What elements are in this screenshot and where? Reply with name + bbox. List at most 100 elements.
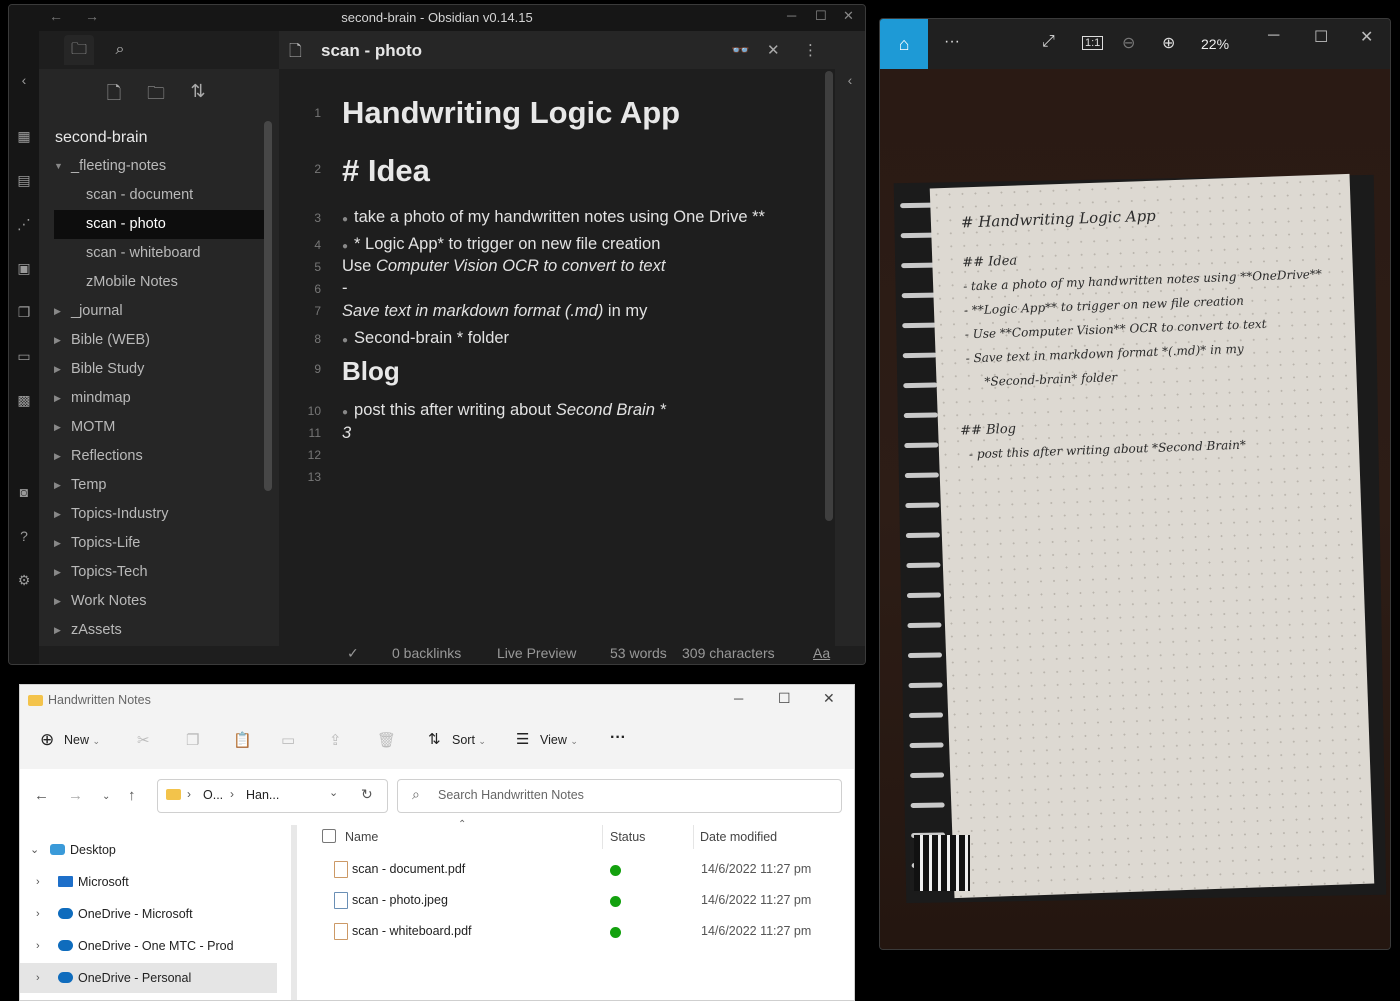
forward-arrow-icon[interactable]: → (68, 787, 83, 804)
pane-splitter[interactable] (291, 825, 297, 1000)
table-icon[interactable]: ▦ (15, 127, 33, 145)
font-toggle[interactable]: Aa (813, 645, 830, 661)
tree-folder[interactable]: ▶ Bible Study (54, 355, 264, 384)
spiral-ring (903, 382, 938, 389)
plugin-icon[interactable]: ▩ (15, 391, 33, 409)
zoom-in-icon[interactable]: ⊕ (1162, 33, 1175, 53)
minimize-icon[interactable]: ─ (734, 691, 743, 706)
nav-item-onedrive[interactable]: › OneDrive - One MTC - Prod (20, 931, 277, 961)
plus-icon[interactable]: ⊕ (40, 730, 54, 750)
zoom-out-icon[interactable]: ⊖ (1122, 33, 1135, 53)
tree-folder[interactable]: ▶ Topics-Industry (54, 500, 264, 529)
nav-item-microsoft[interactable]: › Microsoft (20, 867, 277, 897)
file-row[interactable]: scan - document.pdf 14/6/2022 11:27 pm (310, 855, 850, 885)
tree-folder[interactable]: ▶ MOTM (54, 413, 264, 442)
more-options-icon[interactable]: ⋮ (803, 41, 818, 59)
up-arrow-icon[interactable]: ↑ (128, 787, 136, 804)
sync-check-icon[interactable]: ✓ (347, 645, 359, 662)
close-tab-icon[interactable]: ✕ (767, 41, 780, 59)
tree-folder[interactable]: ▶ zAssets (54, 616, 264, 645)
file-row[interactable]: scan - whiteboard.pdf 14/6/2022 11:27 pm (310, 917, 850, 947)
tree-folder[interactable]: ▶ Topics-Life (54, 529, 264, 558)
word-count: 53 words (610, 645, 667, 661)
close-icon[interactable]: ✕ (823, 690, 835, 707)
vault-icon[interactable]: ◙ (15, 483, 33, 501)
close-icon[interactable]: ✕ (1360, 27, 1373, 47)
tree-file[interactable]: zMobile Notes (54, 268, 264, 297)
file-row[interactable]: scan - photo.jpeg 14/6/2022 11:27 pm (310, 886, 850, 916)
line-number: 7 (314, 304, 321, 318)
sort-button[interactable]: Sort ⌄ (452, 733, 486, 747)
nav-item-desktop[interactable]: ⌄ Desktop (20, 835, 277, 865)
fullscreen-icon[interactable]: ⤢ (1042, 33, 1055, 51)
gear-icon[interactable]: ⚙ (15, 571, 33, 589)
editor-scrollbar[interactable] (825, 71, 833, 521)
column-separator[interactable] (693, 825, 694, 849)
refresh-icon[interactable]: ↻ (361, 786, 373, 803)
cut-icon[interactable]: ✂ (137, 731, 150, 749)
more-options-button[interactable]: ··· (610, 729, 626, 747)
paste-icon[interactable]: 📋 (233, 731, 252, 749)
sidebar-scrollbar[interactable] (264, 121, 272, 491)
more-icon[interactable]: ··· (944, 33, 960, 51)
maximize-icon[interactable]: ☐ (1314, 27, 1328, 47)
tree-folder[interactable]: ▶ Work Notes (54, 587, 264, 616)
breadcrumb-segment[interactable]: Han... (246, 788, 279, 802)
minimize-icon[interactable]: ─ (1268, 27, 1279, 45)
column-date-modified[interactable]: Date modified (700, 830, 777, 844)
share-icon[interactable]: ⇪ (329, 731, 342, 749)
nav-item-onedrive-personal[interactable]: › OneDrive - Personal (20, 963, 277, 993)
tree-folder[interactable]: ▼ _fleeting-notes (54, 152, 264, 181)
tree-folder[interactable]: ▶ _journal (54, 297, 264, 326)
recent-chevron-icon[interactable]: ⌄ (102, 791, 110, 802)
breadcrumb-segment[interactable]: O... (203, 788, 223, 802)
slides-icon[interactable]: ▭ (15, 347, 33, 365)
home-icon[interactable]: ⌂ (880, 19, 928, 69)
new-folder-icon[interactable]: 🗀 (143, 81, 169, 111)
editor-mode[interactable]: Live Preview (497, 645, 576, 661)
tree-file[interactable]: scan - whiteboard (54, 239, 264, 268)
tree-file-active[interactable]: scan - photo (54, 210, 264, 239)
zoom-level[interactable]: 22% (1201, 36, 1229, 52)
maximize-icon[interactable]: ☐ (815, 8, 827, 24)
collapse-sidebar-icon[interactable]: ‹ (15, 71, 33, 89)
nav-item-onedrive[interactable]: › OneDrive - Microsoft (20, 899, 277, 929)
search-icon[interactable]: ⌕ (105, 35, 135, 65)
tree-folder[interactable]: ▶ Topics-Tech (54, 558, 264, 587)
copy-icon[interactable]: ❐ (15, 303, 33, 321)
spiral-ring (900, 232, 935, 239)
column-name[interactable]: Name (345, 830, 378, 844)
sort-icon[interactable]: ⇅ (185, 81, 211, 102)
back-arrow-icon[interactable]: ← (34, 787, 49, 804)
new-note-icon[interactable]: 🗋 (101, 81, 127, 111)
address-bar[interactable]: › O... › Han... ⌄ ↻ (157, 779, 388, 813)
column-separator[interactable] (602, 825, 603, 849)
folder-tab-icon[interactable]: 🗀 (64, 35, 94, 65)
graph-icon[interactable]: ⋰ (15, 215, 33, 233)
rename-icon[interactable]: ▭ (281, 731, 295, 749)
select-all-checkbox[interactable] (322, 829, 336, 843)
column-status[interactable]: Status (610, 830, 645, 844)
tree-folder[interactable]: ▶ Bible (WEB) (54, 326, 264, 355)
expand-right-sidebar-icon[interactable]: ‹ (841, 71, 859, 89)
document-icon[interactable]: ▤ (15, 171, 33, 189)
delete-icon[interactable]: 🗑 (377, 731, 396, 749)
calendar-icon[interactable]: ▣ (15, 259, 33, 277)
reading-view-icon[interactable]: 👓 (731, 41, 750, 59)
tree-folder[interactable]: ▶ Temp (54, 471, 264, 500)
copy-icon[interactable]: ❐ (186, 731, 199, 749)
close-icon[interactable]: ✕ (843, 8, 854, 24)
tree-folder[interactable]: ▶ Reflections (54, 442, 264, 471)
tree-file[interactable]: scan - document (54, 181, 264, 210)
backlinks-count[interactable]: 0 backlinks (392, 645, 461, 661)
search-box[interactable]: ⌕ Search Handwritten Notes (397, 779, 842, 813)
search-placeholder: Search Handwritten Notes (438, 788, 584, 802)
maximize-icon[interactable]: ☐ (778, 690, 791, 707)
tree-folder[interactable]: ▶ mindmap (54, 384, 264, 413)
actual-size-icon[interactable]: 1:1 (1082, 36, 1104, 50)
view-button[interactable]: View ⌄ (540, 733, 578, 747)
new-button[interactable]: New ⌄ (64, 733, 100, 747)
chevron-down-icon[interactable]: ⌄ (329, 786, 338, 799)
minimize-icon[interactable]: ─ (787, 8, 796, 23)
help-icon[interactable]: ? (15, 527, 33, 545)
